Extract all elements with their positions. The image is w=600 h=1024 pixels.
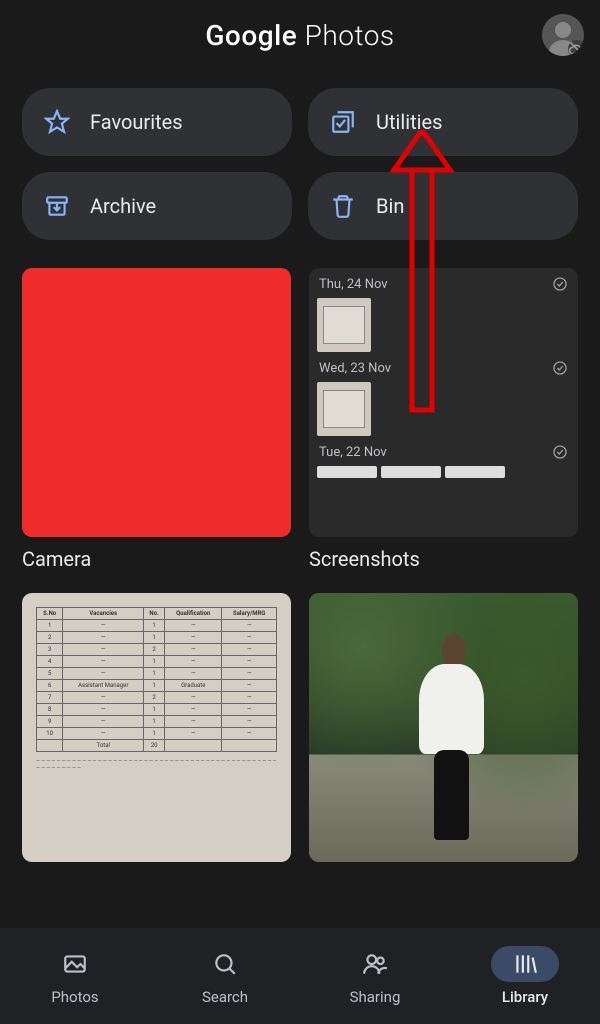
camera-label: Camera [22, 547, 291, 571]
favourites-label: Favourites [90, 110, 183, 134]
thumb-strip [317, 466, 570, 478]
library-icon [512, 951, 538, 977]
bin-label: Bin [376, 194, 404, 218]
nav-sharing-label: Sharing [350, 988, 401, 1006]
cloud-off-badge [568, 40, 584, 56]
photo-icon [62, 951, 88, 977]
bin-chip[interactable]: Bin [308, 172, 578, 240]
utilities-label: Utilities [376, 110, 442, 134]
app-header: Google Photos [0, 0, 600, 70]
albums-grid: Camera Thu, 24 Nov Wed, 23 Nov Tue, 22 N… [0, 250, 600, 571]
camera-album[interactable]: Camera [22, 268, 291, 571]
search-icon [212, 951, 238, 977]
date-label: Tue, 22 Nov [319, 445, 387, 460]
archive-icon [44, 193, 70, 219]
check-circle-icon [552, 444, 568, 460]
nav-search[interactable]: Search [150, 946, 300, 1006]
action-chips: Favourites Utilities Archive Bin [0, 70, 600, 250]
screenshot-thumb [317, 382, 371, 436]
nav-library-label: Library [502, 988, 548, 1006]
more-albums: S.NoVacanciesNo.QualificationSalary/MRG … [0, 571, 600, 862]
screenshots-cover: Thu, 24 Nov Wed, 23 Nov Tue, 22 Nov [309, 268, 578, 537]
check-circle-icon [552, 276, 568, 292]
title-photos: Photos [305, 19, 395, 52]
star-icon [44, 109, 70, 135]
date-row: Thu, 24 Nov [317, 274, 570, 294]
date-label: Wed, 23 Nov [319, 361, 391, 376]
camera-cover [22, 268, 291, 537]
date-row: Wed, 23 Nov [317, 358, 570, 378]
document-thumb[interactable]: S.NoVacanciesNo.QualificationSalary/MRG … [22, 593, 291, 862]
archive-label: Archive [90, 194, 156, 218]
app-title: Google Photos [205, 19, 394, 52]
check-circle-icon [552, 360, 568, 376]
nav-search-label: Search [202, 988, 248, 1006]
nav-photos-label: Photos [51, 988, 98, 1006]
people-icon [362, 951, 388, 977]
nav-sharing[interactable]: Sharing [300, 946, 450, 1006]
cloud-off-icon [568, 40, 584, 56]
nav-library[interactable]: Library [450, 946, 600, 1006]
archive-chip[interactable]: Archive [22, 172, 292, 240]
date-row: Tue, 22 Nov [317, 442, 570, 462]
trash-icon [330, 193, 356, 219]
account-avatar[interactable] [542, 14, 584, 56]
favourites-chip[interactable]: Favourites [22, 88, 292, 156]
screenshots-label: Screenshots [309, 547, 578, 571]
utilities-icon [330, 109, 356, 135]
title-google: Google [205, 19, 297, 52]
bottom-nav: Photos Search Sharing Library [0, 928, 600, 1024]
screenshot-thumb [317, 298, 371, 352]
redacted-block [22, 268, 291, 537]
date-label: Thu, 24 Nov [319, 277, 388, 292]
utilities-chip[interactable]: Utilities [308, 88, 578, 156]
nav-photos[interactable]: Photos [0, 946, 150, 1006]
photo-thumb[interactable] [309, 593, 578, 862]
screenshots-album[interactable]: Thu, 24 Nov Wed, 23 Nov Tue, 22 Nov Scr [309, 268, 578, 571]
